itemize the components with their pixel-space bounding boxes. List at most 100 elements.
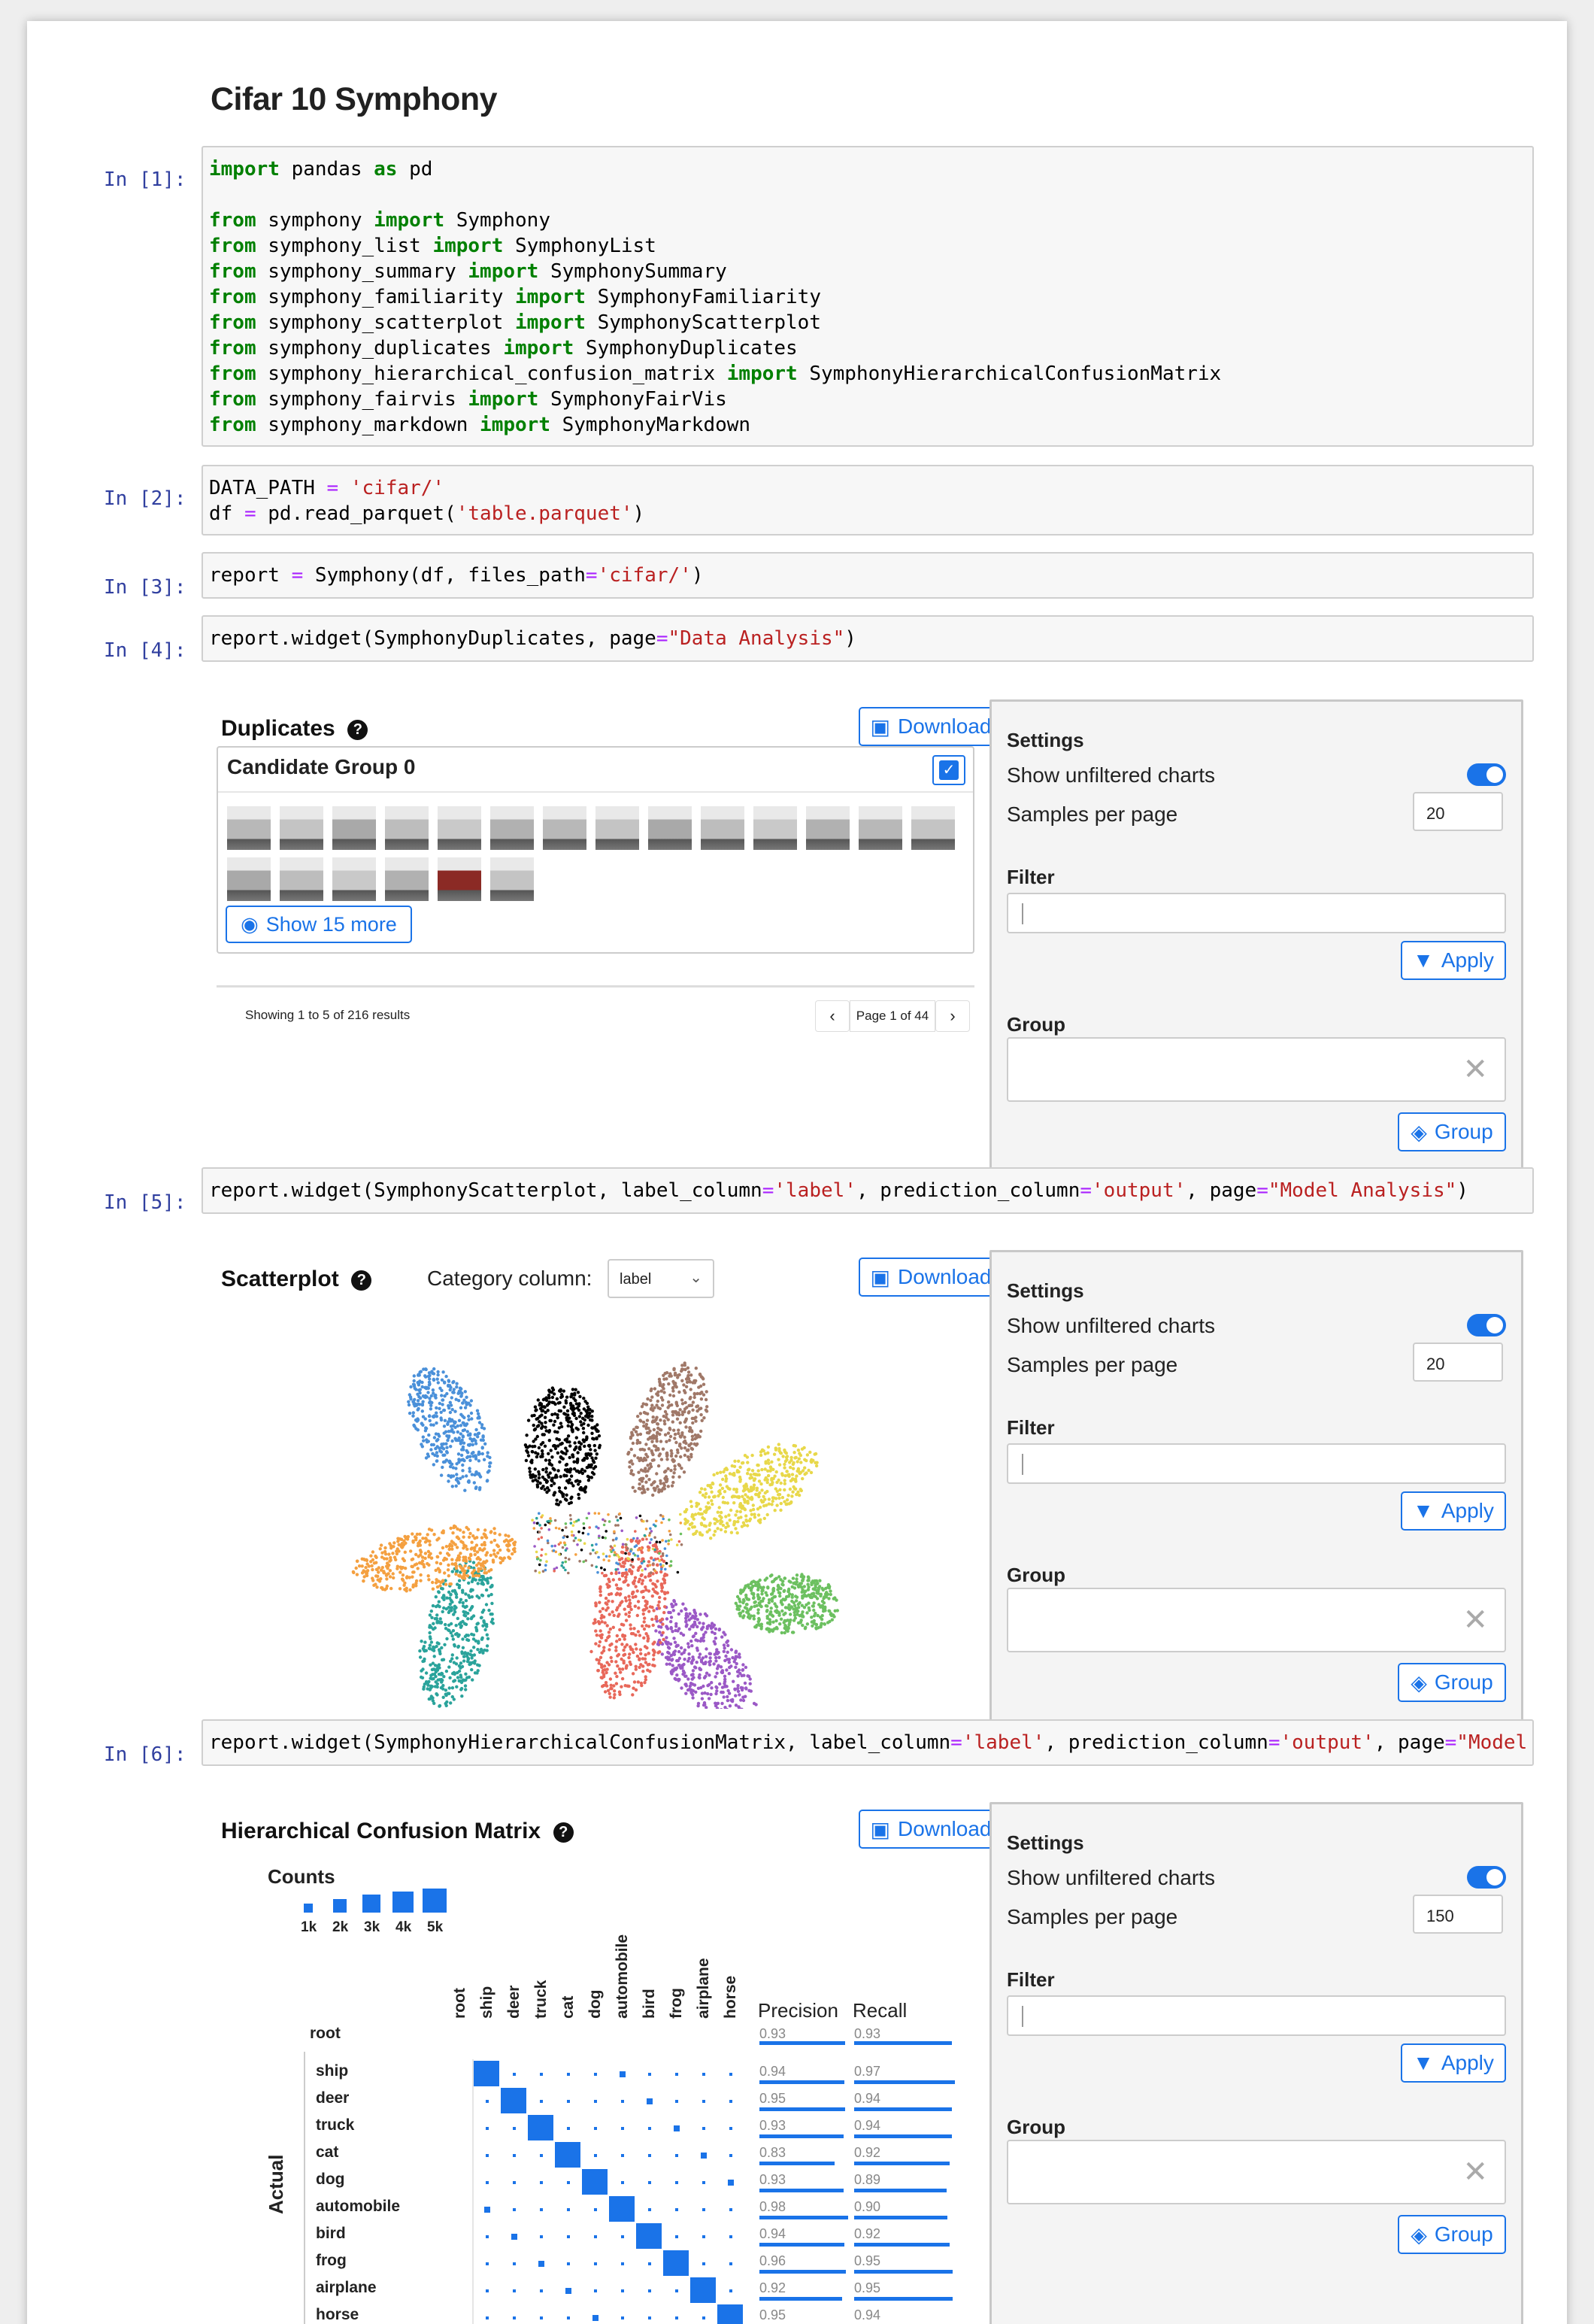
help-icon[interactable]: ? (553, 1822, 574, 1843)
samples-input[interactable]: 20 (1413, 1343, 1503, 1382)
clear-icon[interactable]: ✕ (1462, 2155, 1488, 2189)
matrix-cell[interactable] (675, 2181, 678, 2184)
matrix-cell[interactable] (648, 2127, 651, 2130)
matrix-cell[interactable] (675, 2100, 678, 2103)
matrix-cell[interactable] (540, 2073, 543, 2076)
car-thumbnail[interactable] (595, 806, 639, 850)
matrix-cell[interactable] (621, 2181, 624, 2184)
matrix-cell[interactable] (538, 2261, 544, 2267)
help-icon[interactable]: ? (351, 1270, 372, 1291)
matrix-cell[interactable] (592, 2315, 599, 2321)
matrix-cell[interactable] (702, 2235, 705, 2238)
code-cell-6[interactable]: report.widget(SymphonyHierarchicalConfus… (202, 1719, 1534, 1766)
matrix-cell[interactable] (702, 2127, 705, 2130)
column-header[interactable]: ship (478, 1986, 496, 2019)
column-header[interactable]: frog (668, 1988, 686, 2019)
matrix-cell[interactable] (486, 2262, 489, 2265)
code-cell-5[interactable]: report.widget(SymphonyScatterplot, label… (202, 1167, 1534, 1214)
matrix-cell[interactable] (540, 2316, 543, 2319)
matrix-cell[interactable] (702, 2316, 705, 2319)
matrix-cell[interactable] (565, 2288, 571, 2294)
matrix-cell[interactable] (486, 2316, 489, 2319)
row-root-label[interactable]: root (310, 2025, 341, 2043)
row-label[interactable]: automobile (316, 2198, 400, 2216)
matrix-cell[interactable] (675, 2073, 678, 2076)
car-thumbnail[interactable] (227, 806, 271, 850)
matrix-cell[interactable] (701, 2153, 707, 2159)
matrix-cell[interactable] (540, 2289, 543, 2292)
matrix-cell[interactable] (621, 2154, 624, 2157)
matrix-cell[interactable] (486, 2127, 489, 2130)
matrix-cell[interactable] (729, 2127, 732, 2130)
car-thumbnail[interactable] (490, 806, 534, 850)
matrix-cell[interactable] (567, 2073, 570, 2076)
matrix-cell[interactable] (702, 2073, 705, 2076)
matrix-cell[interactable] (702, 2208, 705, 2211)
download-button[interactable]: ▣ Download (859, 707, 1003, 746)
apply-button[interactable]: ▼ Apply (1401, 941, 1506, 980)
car-thumbnail[interactable] (648, 806, 692, 850)
matrix-cell[interactable] (729, 2262, 732, 2265)
clear-icon[interactable]: ✕ (1462, 1603, 1488, 1637)
matrix-cell[interactable] (690, 2277, 716, 2303)
next-page-button[interactable]: › (935, 1000, 970, 1032)
car-thumbnail[interactable] (806, 806, 850, 850)
row-label[interactable]: bird (316, 2225, 346, 2243)
car-thumbnail[interactable] (332, 857, 376, 901)
matrix-cell[interactable] (594, 2073, 597, 2076)
matrix-cell[interactable] (513, 2127, 516, 2130)
matrix-cell[interactable] (567, 2127, 570, 2130)
code-cell-1[interactable]: import pandas as pd from symphony import… (202, 146, 1534, 447)
car-thumbnail[interactable] (385, 806, 429, 850)
help-icon[interactable]: ? (347, 719, 368, 740)
matrix-cell[interactable] (648, 2316, 651, 2319)
matrix-cell[interactable] (621, 2235, 624, 2238)
matrix-cell[interactable] (540, 2208, 543, 2211)
matrix-cell[interactable] (567, 2100, 570, 2103)
matrix-cell[interactable] (567, 2235, 570, 2238)
matrix-cell[interactable] (513, 2262, 516, 2265)
matrix-cell[interactable] (675, 2316, 678, 2319)
matrix-cell[interactable] (513, 2154, 516, 2157)
matrix-cell[interactable] (648, 2208, 651, 2211)
matrix-cell[interactable] (717, 2304, 743, 2324)
car-thumbnail[interactable] (280, 806, 323, 850)
matrix-cell[interactable] (663, 2250, 689, 2276)
matrix-cell[interactable] (594, 2127, 597, 2130)
matrix-cell[interactable] (555, 2142, 580, 2168)
matrix-cell[interactable] (594, 2208, 597, 2211)
matrix-cell[interactable] (648, 2181, 651, 2184)
row-label[interactable]: truck (316, 2116, 354, 2134)
matrix-cell[interactable] (486, 2289, 489, 2292)
matrix-cell[interactable] (728, 2180, 734, 2186)
row-label[interactable]: cat (316, 2143, 338, 2162)
filter-input[interactable] (1007, 1995, 1506, 2036)
car-thumbnail[interactable] (859, 806, 902, 850)
matrix-cell[interactable] (567, 2208, 570, 2211)
column-header[interactable]: truck (532, 1980, 550, 2019)
matrix-cell[interactable] (513, 2181, 516, 2184)
matrix-cell[interactable] (620, 2071, 626, 2077)
matrix-cell[interactable] (513, 2208, 516, 2211)
car-thumbnail[interactable] (911, 806, 955, 850)
column-header[interactable]: bird (641, 1989, 659, 2019)
car-thumbnail[interactable] (438, 857, 481, 901)
car-thumbnail[interactable] (701, 806, 744, 850)
matrix-cell[interactable] (675, 2235, 678, 2238)
code-cell-4[interactable]: report.widget(SymphonyDuplicates, page="… (202, 615, 1534, 662)
row-label[interactable]: horse (316, 2306, 359, 2324)
row-label[interactable]: airplane (316, 2279, 377, 2297)
matrix-cell[interactable] (729, 2073, 732, 2076)
car-thumbnail[interactable] (332, 806, 376, 850)
matrix-cell[interactable] (702, 2262, 705, 2265)
matrix-cell[interactable] (540, 2235, 543, 2238)
matrix-cell[interactable] (675, 2208, 678, 2211)
matrix-cell[interactable] (501, 2088, 526, 2113)
filter-input[interactable] (1007, 893, 1506, 933)
matrix-cell[interactable] (675, 2289, 678, 2292)
show-more-button[interactable]: ◉ Show 15 more (226, 906, 412, 943)
matrix-cell[interactable] (636, 2223, 662, 2249)
matrix-cell[interactable] (609, 2196, 635, 2222)
group-button[interactable]: ◈ Group (1398, 2215, 1506, 2254)
car-thumbnail[interactable] (227, 857, 271, 901)
